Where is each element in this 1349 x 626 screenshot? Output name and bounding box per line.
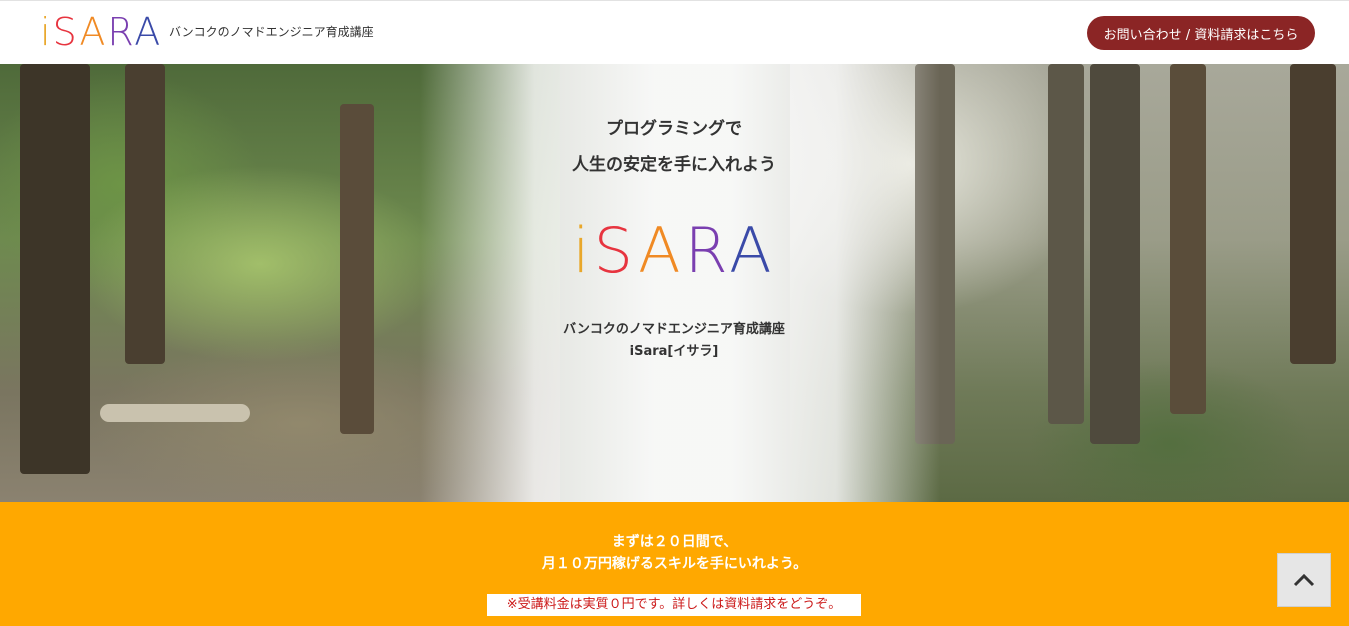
hero-logo: iSARA — [474, 220, 874, 282]
promo-line2: 月１０万円稼げるスキルを手にいれよう。 — [541, 556, 808, 572]
hero-logo-letter: S — [593, 214, 639, 287]
hero-section: プログラミングで 人生の安定を手に入れよう iSARA バンコクのノマドエンジニ… — [0, 64, 1349, 502]
contact-request-button[interactable]: お問い合わせ / 資料請求はこちら — [1087, 16, 1315, 50]
site-header: iSARA バンコクのノマドエンジニア育成講座 お問い合わせ / 資料請求はこち… — [0, 0, 1349, 64]
fee-note: ※受講料金は実質０円です。詳しくは資料請求をどうぞ。 — [487, 594, 861, 616]
header-tagline: バンコクのノマドエンジニア育成講座 — [169, 25, 374, 39]
logo-letter: S — [52, 10, 80, 54]
site-logo[interactable]: iSARA — [40, 13, 162, 51]
chevron-up-icon — [1293, 573, 1315, 587]
hero-logo-letter: A — [638, 214, 685, 287]
hero-subtitle-line1: バンコクのノマドエンジニア育成講座 — [563, 322, 785, 337]
hero-logo-letter: A — [729, 214, 776, 287]
promo-band: まずは２０日間で、 月１０万円稼げるスキルを手にいれよう。 ※受講料金は実質０円… — [0, 502, 1349, 626]
logo-letter: A — [79, 10, 108, 54]
scroll-to-top-button[interactable] — [1277, 553, 1331, 607]
logo-letter: i — [40, 10, 53, 54]
hero-heading-line2: 人生の安定を手に入れよう — [572, 155, 776, 175]
promo-line1: まずは２０日間で、 — [611, 534, 738, 550]
hero-logo-letter: i — [572, 214, 594, 287]
hero-heading-line1: プログラミングで — [606, 119, 742, 139]
hero-subtitle-line2: iSara[イサラ] — [629, 344, 719, 359]
logo-wordmark: iSARA — [40, 13, 162, 51]
hero-logo-letter: R — [684, 214, 730, 287]
logo-letter: R — [107, 10, 135, 54]
logo-letter: A — [134, 10, 163, 54]
